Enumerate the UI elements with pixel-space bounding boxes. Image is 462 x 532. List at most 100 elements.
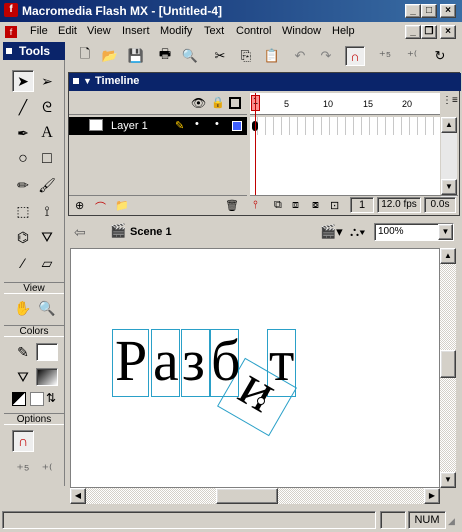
scroll-down-button[interactable]: ▼ bbox=[440, 472, 456, 488]
lock-dot[interactable]: • bbox=[215, 118, 219, 130]
menu-view[interactable]: View bbox=[87, 25, 111, 40]
scroll-right-button[interactable]: ▶ bbox=[424, 488, 440, 504]
outline-icon[interactable] bbox=[229, 97, 241, 109]
menu-file[interactable]: File bbox=[30, 25, 48, 40]
doc-minimize-button[interactable]: _ bbox=[405, 25, 421, 39]
resize-grip-icon[interactable]: ◢ bbox=[448, 516, 455, 527]
paste-icon[interactable]: 📋 bbox=[262, 46, 282, 66]
zoom-dropdown-icon[interactable]: ▼ bbox=[438, 224, 453, 240]
frame-rate-field[interactable]: 12.0 fps bbox=[377, 197, 421, 213]
rectangle-tool-icon[interactable]: □ bbox=[36, 148, 58, 170]
letter-z[interactable]: з bbox=[182, 327, 205, 395]
minimize-button[interactable]: _ bbox=[405, 4, 421, 18]
onion-outline-icon[interactable]: ⧈ bbox=[292, 199, 299, 212]
menu-window[interactable]: Window bbox=[282, 25, 321, 40]
snap-to-objects-icon[interactable]: ∩ bbox=[12, 430, 34, 452]
delete-layer-icon[interactable]: 🗑 bbox=[225, 199, 239, 212]
save-icon[interactable]: 💾 bbox=[126, 46, 146, 66]
lock-icon[interactable]: 🔒 bbox=[211, 96, 225, 109]
letter-b[interactable]: б bbox=[211, 327, 241, 395]
option-smooth-icon[interactable]: ⁺⁵ bbox=[12, 458, 34, 480]
zoom-select[interactable]: 100% ▼ bbox=[374, 223, 454, 241]
eye-icon[interactable]: 👁 bbox=[191, 96, 206, 110]
hscroll-thumb[interactable] bbox=[216, 488, 278, 504]
brush-tool-icon[interactable]: 🖌 bbox=[36, 174, 58, 196]
menu-text[interactable]: Text bbox=[204, 25, 224, 40]
frames-area[interactable] bbox=[250, 135, 440, 195]
onion-skin-icon[interactable]: ⧉ bbox=[274, 199, 282, 212]
onion-markers-icon[interactable]: ⊡ bbox=[330, 199, 339, 212]
layer-color-swatch[interactable] bbox=[232, 121, 242, 131]
vscroll-thumb[interactable] bbox=[440, 350, 456, 378]
timeline-header[interactable]: ▼ Timeline bbox=[69, 73, 461, 91]
doc-restore-button[interactable]: ❐ bbox=[421, 25, 437, 39]
snap-magnet-icon[interactable]: ∩ bbox=[345, 46, 365, 66]
collapse-triangle-icon[interactable]: ▼ bbox=[83, 76, 92, 86]
zoom-tool-icon[interactable]: 🔍 bbox=[36, 297, 58, 319]
layer-row[interactable]: Layer 1 ✎ • • bbox=[69, 117, 247, 135]
menu-help[interactable]: Help bbox=[332, 25, 355, 40]
default-colors-icon[interactable] bbox=[12, 392, 26, 406]
print-icon[interactable]: 🖶 bbox=[155, 46, 175, 66]
stage-hscroll[interactable]: ◀ ▶ bbox=[70, 488, 440, 504]
insert-folder-icon[interactable]: 📁 bbox=[115, 199, 129, 212]
stroke-color-icon[interactable]: ✎ bbox=[12, 341, 34, 363]
maximize-button[interactable]: □ bbox=[421, 4, 437, 18]
insert-layer-icon[interactable]: ⊕ bbox=[75, 199, 84, 212]
stage-vscroll[interactable]: ▲ ▼ bbox=[440, 248, 456, 488]
fill-color-swatch[interactable] bbox=[36, 368, 58, 386]
print-preview-icon[interactable]: 🔍 bbox=[180, 46, 200, 66]
scene-name[interactable]: Scene 1 bbox=[130, 226, 172, 238]
free-transform-tool-icon[interactable]: ⬚ bbox=[12, 200, 34, 222]
layer-name[interactable]: Layer 1 bbox=[111, 120, 148, 132]
stage[interactable]: Р а з б и т bbox=[70, 248, 440, 488]
copy-icon[interactable]: ⎘ bbox=[236, 46, 256, 66]
undo-icon[interactable]: ↶ bbox=[290, 46, 310, 66]
scroll-down-button[interactable]: ▼ bbox=[441, 179, 457, 195]
scroll-left-button[interactable]: ◀ bbox=[70, 488, 86, 504]
menu-insert[interactable]: Insert bbox=[122, 25, 150, 40]
frame-ruler[interactable]: 1 5 10 15 20 bbox=[250, 93, 440, 115]
scroll-up-button[interactable]: ▲ bbox=[441, 117, 457, 133]
edit-multiple-frames-icon[interactable]: ⧇ bbox=[312, 199, 319, 212]
redo-icon[interactable]: ↷ bbox=[316, 46, 336, 66]
swap-colors-icon[interactable]: ⇅ bbox=[46, 391, 56, 405]
line-tool-icon[interactable]: ╱ bbox=[12, 96, 34, 118]
new-file-icon[interactable]: 🗋 bbox=[75, 46, 95, 66]
smooth-icon[interactable]: ⁺⁵ bbox=[375, 46, 395, 66]
document-icon[interactable]: f bbox=[5, 26, 17, 38]
visibility-dot[interactable]: • bbox=[195, 118, 199, 130]
hand-tool-icon[interactable]: ✋ bbox=[12, 297, 34, 319]
add-guide-layer-icon[interactable]: ⌒ bbox=[95, 199, 106, 215]
center-frame-icon[interactable]: ⫯ bbox=[253, 199, 258, 212]
no-color-icon[interactable] bbox=[30, 392, 44, 406]
lasso-tool-icon[interactable]: ᘓ bbox=[36, 96, 58, 118]
pencil-tool-icon[interactable]: ✏ bbox=[12, 174, 34, 196]
edit-symbols-icon[interactable]: ⛬▾ bbox=[350, 224, 365, 240]
letter-r[interactable]: Р bbox=[115, 327, 147, 395]
cut-icon[interactable]: ✂ bbox=[210, 46, 230, 66]
menu-modify[interactable]: Modify bbox=[160, 25, 192, 40]
doc-close-button[interactable]: × bbox=[440, 25, 456, 39]
fill-color-icon[interactable]: ⛛ bbox=[12, 366, 34, 388]
letter-a[interactable]: а bbox=[153, 327, 179, 395]
layer-frames[interactable] bbox=[250, 117, 440, 135]
timeline-vscroll[interactable]: ▲ ▼ bbox=[441, 117, 457, 197]
scroll-up-button[interactable]: ▲ bbox=[440, 248, 456, 264]
paint-bucket-tool-icon[interactable]: ⛛ bbox=[36, 226, 58, 248]
menu-edit[interactable]: Edit bbox=[58, 25, 77, 40]
ink-bottle-tool-icon[interactable]: ⌬ bbox=[12, 226, 34, 248]
eyedropper-tool-icon[interactable]: ⁄ bbox=[12, 252, 34, 274]
edit-scene-icon[interactable]: 🎬▾ bbox=[320, 224, 343, 240]
menu-control[interactable]: Control bbox=[236, 25, 271, 40]
subselect-tool-icon[interactable]: ➢ bbox=[36, 70, 58, 92]
letter-t[interactable]: т bbox=[269, 327, 294, 395]
eraser-tool-icon[interactable]: ▱ bbox=[36, 252, 58, 274]
option-straighten-icon[interactable]: ⁺⁽ bbox=[36, 458, 58, 480]
close-button[interactable]: × bbox=[440, 4, 456, 18]
timeline-menu-icon[interactable]: ⋮≡ bbox=[442, 95, 458, 106]
straighten-icon[interactable]: ⁺⁽ bbox=[402, 46, 422, 66]
arrow-tool-icon[interactable]: ➤ bbox=[12, 70, 34, 92]
oval-tool-icon[interactable]: ○ bbox=[12, 148, 34, 170]
fill-transform-tool-icon[interactable]: ⟟ bbox=[36, 200, 58, 222]
